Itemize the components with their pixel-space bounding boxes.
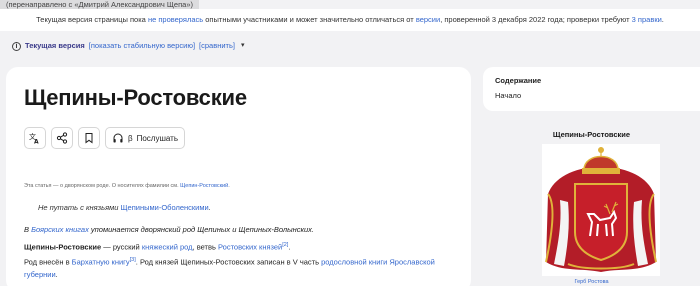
hatnote-disambig: Не путать с князьями Щепиными-Оболенским… bbox=[38, 203, 211, 212]
bookmark-icon bbox=[85, 133, 93, 144]
rostov-princes-link[interactable]: Ростовских князей bbox=[218, 243, 282, 252]
infobox: Щепины-Ростовские Герб Ростова bbox=[483, 120, 700, 286]
redirect-notice: (перенаправлено с «Дмитрий Александрович… bbox=[0, 0, 200, 9]
share-button[interactable] bbox=[51, 127, 73, 149]
toc-title: Содержание bbox=[495, 76, 542, 85]
revision-bar: i Текущая версия [показать стабильную ве… bbox=[0, 36, 700, 56]
coat-of-arms-icon bbox=[545, 147, 657, 272]
current-version-label[interactable]: Текущая версия bbox=[25, 36, 85, 56]
svg-text:A: A bbox=[34, 139, 39, 145]
listen-button[interactable]: β Послушать bbox=[105, 127, 185, 149]
version-banner: Текущая версия страницы пока не проверял… bbox=[0, 9, 700, 31]
paragraph-1: В Боярских книгах упоминается дворянский… bbox=[24, 225, 315, 234]
hatnote-about: Эта статья — о дворянском роде. О носите… bbox=[24, 183, 230, 189]
article-toolbar: 文A β Послушать bbox=[24, 127, 185, 149]
share-icon bbox=[56, 132, 68, 144]
translate-icon: 文A bbox=[29, 132, 39, 145]
checked-version-link[interactable]: версии bbox=[416, 15, 440, 24]
paragraph-2: Щепины-Ростовские — русский княжеский ро… bbox=[24, 242, 291, 252]
boyar-books-link[interactable]: Боярских книгах bbox=[31, 225, 89, 234]
surname-link[interactable]: Щепин-Ростовский bbox=[180, 183, 228, 189]
velvet-book-link[interactable]: Бархатную книгу bbox=[72, 258, 130, 267]
coat-of-arms-image[interactable] bbox=[542, 144, 660, 276]
pending-edits-link[interactable]: 3 правки bbox=[632, 15, 662, 24]
translate-button[interactable]: 文A bbox=[24, 127, 46, 149]
beta-badge: β bbox=[128, 133, 133, 143]
table-of-contents: Содержание Начало bbox=[483, 67, 700, 111]
infobox-title: Щепины-Ростовские bbox=[552, 130, 631, 139]
unchecked-link[interactable]: не проверялась bbox=[148, 15, 203, 24]
coat-caption[interactable]: Герб Ростова bbox=[483, 279, 700, 285]
show-stable-link[interactable]: [показать стабильную версию] bbox=[89, 36, 195, 56]
page-title: Щепины-Ростовские bbox=[24, 85, 247, 110]
compare-link[interactable]: [сравнить] bbox=[199, 36, 235, 56]
toc-item-start[interactable]: Начало bbox=[495, 91, 688, 100]
headphones-icon bbox=[113, 133, 123, 143]
princely-family-link[interactable]: княжеский род bbox=[142, 243, 193, 252]
info-icon[interactable]: i bbox=[12, 41, 21, 51]
bookmark-button[interactable] bbox=[78, 127, 100, 149]
chevron-down-icon[interactable]: ▾ bbox=[241, 36, 245, 56]
obolensky-link[interactable]: Щепиными-Оболенскими bbox=[121, 203, 209, 212]
article-card: Щепины-Ростовские 文A β Послушать Эта ста… bbox=[6, 67, 471, 286]
listen-label: Послушать bbox=[136, 133, 178, 143]
paragraph-3: Род внесён в Бархатную книгу[3]. Род кня… bbox=[24, 257, 435, 279]
